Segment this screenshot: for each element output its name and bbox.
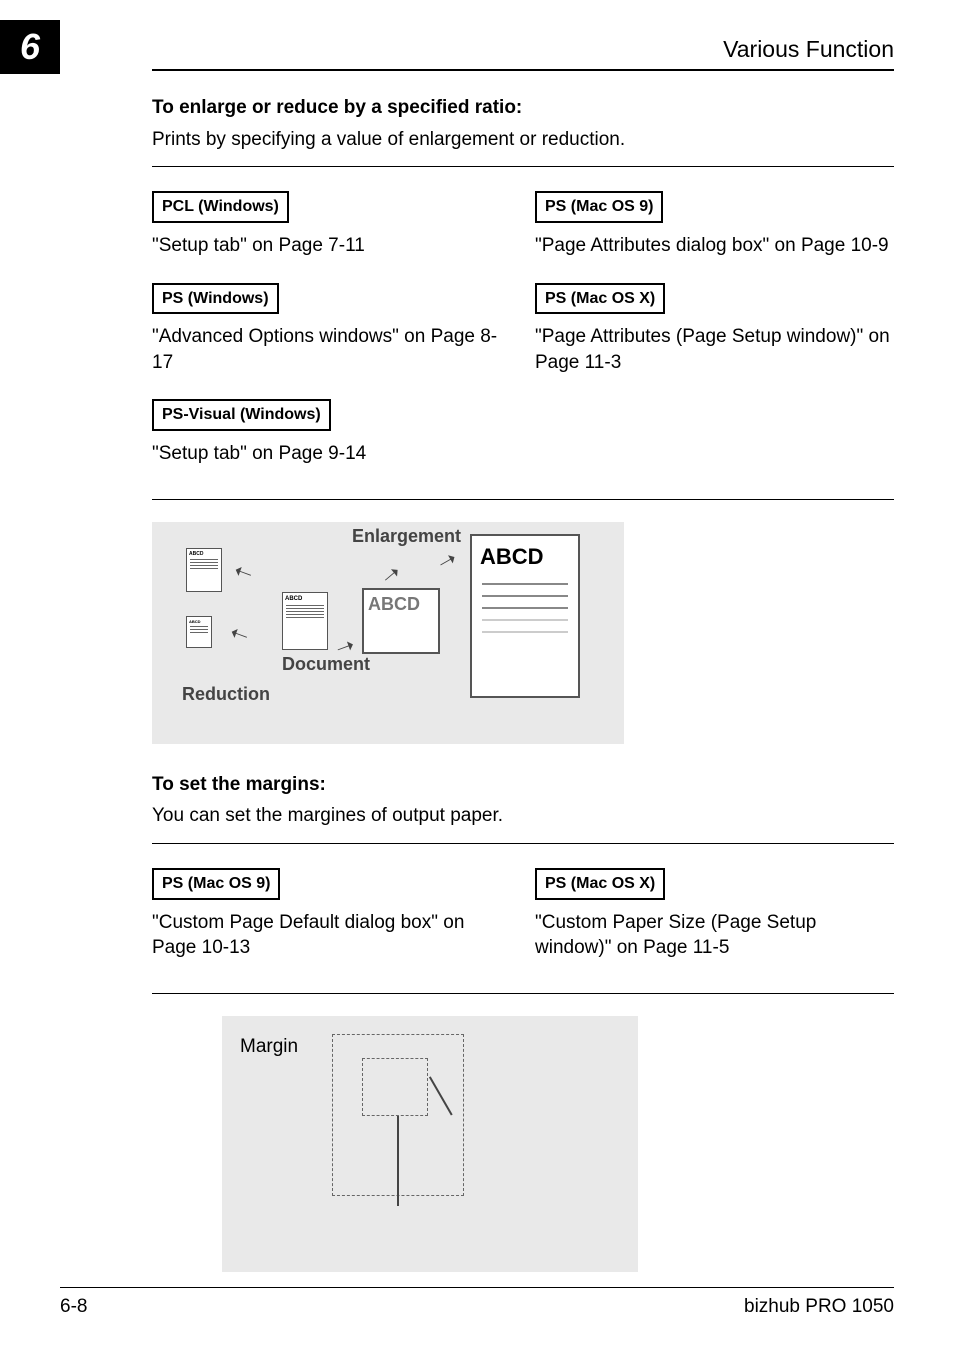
ref-ps-macosx-a: "Page Attributes (Page Setup window)" on… <box>535 324 894 375</box>
margin-pointer-line <box>397 1116 399 1206</box>
section1-heading: To enlarge or reduce by a specified rati… <box>152 95 894 121</box>
tag-ps-macosx-a: PS (Mac OS X) <box>535 283 665 315</box>
section2-refs: PS (Mac OS 9) "Custom Page Default dialo… <box>152 843 894 994</box>
abcd-text-large: ABCD <box>472 536 578 574</box>
ref-ps-windows: "Advanced Options windows" on Page 8-17 <box>152 324 511 375</box>
reduced-doc-icon: ABCD <box>186 548 222 592</box>
footer-page-number: 6-8 <box>60 1296 87 1318</box>
ref-pcl-windows: "Setup tab" on Page 7-11 <box>152 233 511 259</box>
arrow-icon: ➝ <box>432 543 463 578</box>
tag-psvisual-windows: PS-Visual (Windows) <box>152 399 331 431</box>
tag-ps-macos9-b: PS (Mac OS 9) <box>152 868 280 900</box>
arrow-icon: ➝ <box>375 557 408 592</box>
figure-enlarge-reduce: Enlargement Document Reduction ABCD ABCD… <box>152 522 624 744</box>
arrow-icon: ➝ <box>229 555 256 589</box>
section2-desc: You can set the margines of output paper… <box>152 803 894 829</box>
label-reduction: Reduction <box>182 682 270 706</box>
original-doc-icon: ABCD <box>282 592 328 650</box>
section1-left-col: PCL (Windows) "Setup tab" on Page 7-11 P… <box>152 181 511 480</box>
section1-desc: Prints by specifying a value of enlargem… <box>152 127 894 153</box>
ref-ps-macos9-a: "Page Attributes dialog box" on Page 10-… <box>535 233 894 259</box>
tag-ps-macosx-b: PS (Mac OS X) <box>535 868 665 900</box>
tag-pcl-windows: PCL (Windows) <box>152 191 289 223</box>
figure-margin: Margin <box>222 1016 638 1272</box>
page-header: Various Function <box>152 36 894 71</box>
enlarged-doc-icon: ABCD <box>470 534 580 698</box>
section1-right-col: PS (Mac OS 9) "Page Attributes dialog bo… <box>535 181 894 480</box>
enlarged-intermediate-icon: ABCD <box>362 588 440 654</box>
ref-ps-macosx-b: "Custom Paper Size (Page Setup window)" … <box>535 910 894 961</box>
section2-left-col: PS (Mac OS 9) "Custom Page Default dialo… <box>152 858 511 975</box>
section2-heading: To set the margins: <box>152 772 894 798</box>
ref-ps-macos9-b: "Custom Page Default dialog box" on Page… <box>152 910 511 961</box>
tag-ps-macos9-a: PS (Mac OS 9) <box>535 191 663 223</box>
tag-ps-windows: PS (Windows) <box>152 283 279 315</box>
tiny-doc-icon: ABCD <box>186 616 212 648</box>
abcd-text-small: ABCD <box>283 593 327 603</box>
section1-refs: PCL (Windows) "Setup tab" on Page 7-11 P… <box>152 166 894 499</box>
ref-psvisual-windows: "Setup tab" on Page 9-14 <box>152 441 511 467</box>
arrow-icon: ➝ <box>225 617 252 651</box>
footer-product-name: bizhub PRO 1050 <box>744 1296 894 1318</box>
chapter-number-tab: 6 <box>0 20 60 74</box>
section2-right-col: PS (Mac OS X) "Custom Paper Size (Page S… <box>535 858 894 975</box>
margin-box-icon <box>362 1058 428 1116</box>
page-footer: 6-8 bizhub PRO 1050 <box>60 1287 894 1318</box>
